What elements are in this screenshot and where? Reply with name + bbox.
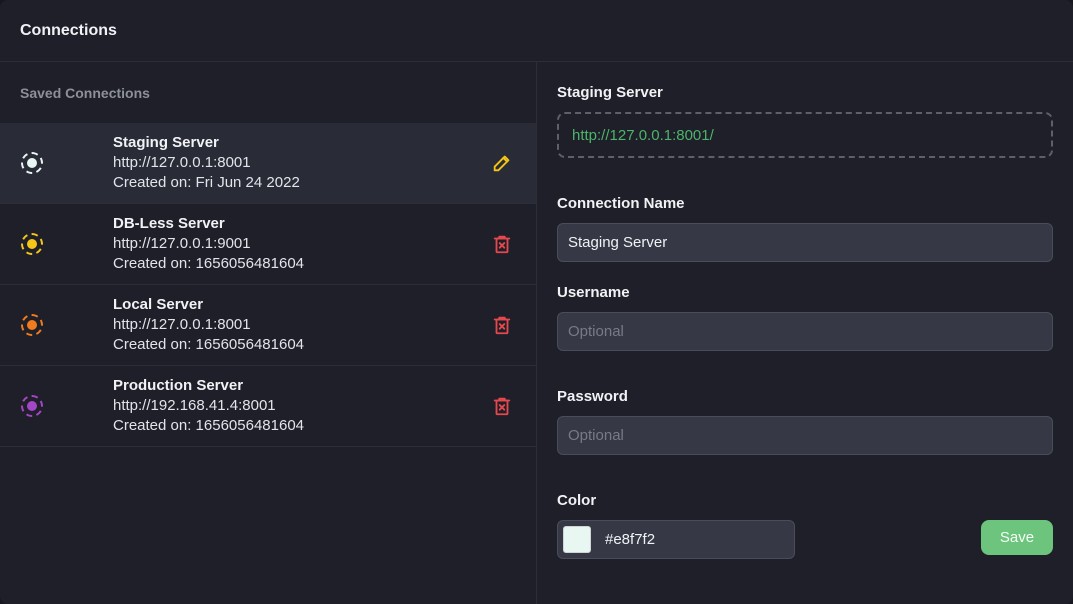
- connection-name: Local Server: [113, 296, 204, 313]
- connection-list: Staging Server http://127.0.0.1:8001 Creat…: [0, 123, 536, 447]
- connection-created: Created on: 1656056481604: [113, 255, 305, 272]
- connection-name: Staging Server: [113, 134, 219, 151]
- trash-icon[interactable]: [490, 394, 514, 418]
- trash-icon[interactable]: [490, 313, 514, 337]
- password-label: Password: [557, 388, 628, 405]
- saved-connections-panel: Saved Connections Staging Server http://1…: [0, 62, 537, 604]
- connection-status-icon: [21, 314, 43, 336]
- connection-status-icon: [21, 152, 43, 174]
- status-dot: [27, 158, 37, 168]
- connection-info: DB-Less Server http://127.0.0.1:9001 Creat…: [113, 214, 304, 274]
- username-input[interactable]: [557, 312, 1053, 351]
- color-picker[interactable]: #e8f7f2: [557, 520, 795, 559]
- connection-info: Production Server http://192.168.41.4:800…: [113, 376, 304, 436]
- content-area: Saved Connections Staging Server http://1…: [0, 62, 1073, 604]
- trash-icon[interactable]: [490, 232, 514, 256]
- connection-item[interactable]: Local Server http://127.0.0.1:8001 Created…: [0, 285, 536, 366]
- connection-name: DB-Less Server: [113, 215, 225, 232]
- color-hex-value: #e8f7f2: [605, 531, 656, 548]
- connection-item[interactable]: Staging Server http://127.0.0.1:8001 Creat…: [0, 123, 536, 204]
- connection-url-text: http://127.0.0.1:8001/: [572, 126, 714, 144]
- connection-created: Created on: 1656056481604: [113, 417, 305, 434]
- window-title: Connections: [20, 21, 117, 39]
- status-dot: [27, 320, 37, 330]
- connection-url: http://127.0.0.1:8001: [113, 316, 251, 333]
- connection-created: Created on: Fri Jun 24 2022: [113, 174, 300, 191]
- connection-form-panel: Staging Server http://127.0.0.1:8001/ Co…: [537, 62, 1073, 604]
- connection-name-input[interactable]: [557, 223, 1053, 262]
- connections-window: Connections Saved Connections Staging Se…: [0, 0, 1073, 604]
- connection-item[interactable]: DB-Less Server http://127.0.0.1:9001 Creat…: [0, 204, 536, 285]
- status-dot: [27, 401, 37, 411]
- connection-status-icon: [21, 233, 43, 255]
- status-dot: [27, 239, 37, 249]
- window-header: Connections: [0, 0, 1073, 62]
- connection-url: http://192.168.41.4:8001: [113, 397, 276, 414]
- connection-url: http://127.0.0.1:8001: [113, 154, 251, 171]
- username-label: Username: [557, 284, 630, 301]
- connection-item[interactable]: Production Server http://192.168.41.4:800…: [0, 366, 536, 447]
- edit-icon[interactable]: [490, 151, 514, 175]
- connection-url-display: http://127.0.0.1:8001/: [557, 112, 1053, 158]
- connection-created: Created on: 1656056481604: [113, 336, 305, 353]
- password-input[interactable]: [557, 416, 1053, 455]
- connection-url: http://127.0.0.1:9001: [113, 235, 251, 252]
- color-swatch[interactable]: [563, 526, 591, 553]
- connection-info: Local Server http://127.0.0.1:8001 Created…: [113, 295, 304, 355]
- connection-name-label: Connection Name: [557, 195, 685, 212]
- connection-name: Production Server: [113, 377, 244, 394]
- color-label: Color: [557, 492, 597, 509]
- connection-info: Staging Server http://127.0.0.1:8001 Creat…: [113, 133, 300, 193]
- saved-connections-label: Saved Connections: [20, 84, 150, 101]
- connection-status-icon: [21, 395, 43, 417]
- form-heading: Staging Server: [557, 84, 663, 101]
- save-button[interactable]: Save: [981, 520, 1053, 555]
